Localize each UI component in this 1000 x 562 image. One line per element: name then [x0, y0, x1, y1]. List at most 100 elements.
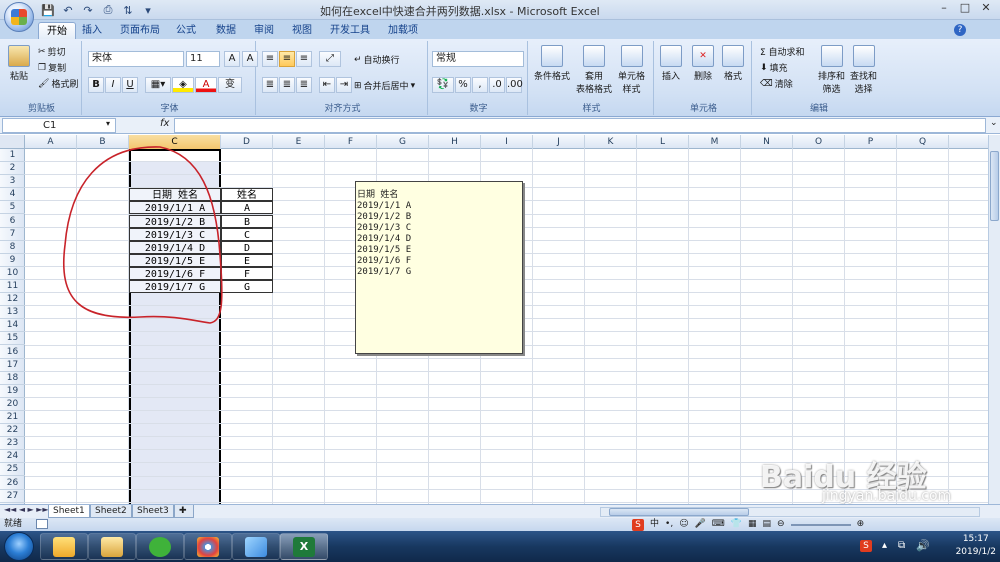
fill-button[interactable]: ⬇ 填充 [760, 61, 788, 75]
zoom-out-icon[interactable]: ⊖ [777, 518, 785, 531]
taskbar-app-wechat[interactable] [136, 533, 184, 560]
comma-button[interactable]: , [472, 77, 488, 93]
align-top-button[interactable]: ≡ [262, 51, 278, 67]
tab-view[interactable]: 视图 [284, 22, 320, 39]
format-cells-button[interactable]: 格式 [722, 45, 744, 82]
help-icon[interactable]: ? [954, 24, 966, 36]
insert-sheet-icon[interactable]: ✚ [174, 505, 194, 518]
format-as-table-button[interactable]: 套用 表格格式 [576, 45, 612, 95]
vertical-scrollbar[interactable] [988, 135, 1000, 504]
insert-cells-button[interactable]: 插入 [660, 45, 682, 82]
customize-qat-icon[interactable]: ▾ [140, 2, 156, 18]
sort-filter-button[interactable]: 排序和 筛选 [818, 45, 845, 95]
close-button[interactable]: ✕ [976, 0, 996, 16]
tab-home[interactable]: 开始 [38, 22, 76, 39]
format-painter-button[interactable]: 🖌 格式刷 [38, 77, 78, 91]
align-right-button[interactable]: ≣ [296, 77, 312, 93]
view-layout-icon[interactable]: ▤ [763, 518, 772, 531]
name-box[interactable]: C1 [2, 118, 116, 133]
zoom-in-icon[interactable]: ⊕ [857, 518, 865, 531]
tab-review[interactable]: 审阅 [246, 22, 282, 39]
tab-page-layout[interactable]: 页面布局 [112, 22, 168, 39]
tab-data[interactable]: 数据 [208, 22, 244, 39]
paste-button[interactable]: 粘贴 [8, 45, 30, 82]
emoji-icon[interactable]: ☺ [679, 518, 688, 531]
microphone-icon[interactable]: 🎤 [695, 518, 706, 531]
bold-button[interactable]: B [88, 77, 104, 93]
save-icon[interactable]: 💾 [40, 2, 56, 18]
print-icon[interactable]: ⎙ [100, 2, 116, 18]
taskbar-app-notes[interactable] [232, 533, 280, 560]
percent-button[interactable]: % [455, 77, 471, 93]
taskbar-app-messenger[interactable] [40, 533, 88, 560]
sheet-tab-sheet1[interactable]: Sheet1 [48, 505, 90, 518]
increase-indent-button[interactable]: ⇥ [336, 77, 352, 93]
tray-clock[interactable]: 15:17 2019/1/2 [956, 533, 996, 559]
horizontal-scrollbar[interactable] [600, 507, 980, 517]
autosum-button[interactable]: Σ 自动求和 [760, 45, 805, 58]
underline-button[interactable]: U [122, 77, 138, 93]
sheet-nav-arrows[interactable]: ◄◄ ◄ ► ►► [4, 505, 49, 514]
shrink-font-button[interactable]: A [242, 51, 258, 67]
tray-ime-icon[interactable]: S [860, 540, 872, 552]
sogou-ime-icon[interactable]: S [632, 518, 644, 531]
currency-button[interactable]: 💱 [432, 77, 454, 93]
number-format-select[interactable]: 常规 [432, 51, 524, 67]
view-normal-icon[interactable]: ▦ [748, 518, 757, 531]
undo-icon[interactable]: ↶ [60, 2, 76, 18]
wrap-text-button[interactable]: ↵ 自动换行 [354, 53, 400, 67]
clear-button[interactable]: ⌫ 清除 [760, 77, 793, 91]
tab-developer[interactable]: 开发工具 [322, 22, 378, 39]
formula-input[interactable] [174, 118, 986, 133]
sheet-tab-sheet3[interactable]: Sheet3 [132, 505, 174, 518]
sheet-tab-sheet2[interactable]: Sheet2 [90, 505, 132, 518]
macro-record-icon[interactable] [36, 519, 48, 529]
cut-button[interactable]: ✂ 剪切 [38, 45, 66, 59]
shirt-icon[interactable]: 👕 [731, 518, 742, 531]
orientation-button[interactable]: ⤢ [319, 51, 341, 67]
decrease-decimal-button[interactable]: .00 [506, 77, 523, 93]
taskbar-app-excel[interactable]: X [280, 533, 328, 560]
font-color-button[interactable]: A [195, 77, 217, 93]
find-select-button[interactable]: 查找和 选择 [850, 45, 877, 95]
align-middle-button[interactable]: ≡ [279, 51, 295, 67]
scroll-thumb[interactable] [990, 151, 999, 221]
punctuation-icon[interactable]: •, [665, 518, 673, 531]
office-button[interactable] [4, 2, 34, 32]
tray-arrow-icon[interactable]: ▴ [882, 540, 887, 551]
phonetic-button[interactable]: 变 [218, 77, 242, 93]
fill-color-button[interactable]: ◈ [172, 77, 194, 93]
cell-styles-button[interactable]: 单元格 样式 [618, 45, 645, 95]
border-button[interactable]: ▦▾ [145, 77, 171, 93]
redo-icon[interactable]: ↷ [80, 2, 96, 18]
zoom-slider[interactable] [790, 523, 851, 526]
copy-button[interactable]: ❐ 复制 [38, 61, 66, 75]
tab-insert[interactable]: 插入 [74, 22, 110, 39]
align-center-button[interactable]: ≣ [279, 77, 295, 93]
worksheet-grid[interactable]: ABCDEFGHIJKLMNOPQ 1 2 3 4 5 6 7 8 9 10 11 12 13 14 15 1… [0, 135, 988, 504]
name-box-dropdown-icon[interactable]: ▾ [106, 119, 110, 128]
increase-decimal-button[interactable]: .0 [489, 77, 505, 93]
taskbar-app-explorer[interactable] [88, 533, 136, 560]
minimize-button[interactable]: – [934, 0, 954, 16]
align-left-button[interactable]: ≣ [262, 77, 278, 93]
grow-font-button[interactable]: A [224, 51, 240, 67]
font-name-select[interactable]: 宋体 [88, 51, 184, 67]
delete-cells-button[interactable]: ✕ 删除 [692, 45, 714, 82]
start-button[interactable] [4, 532, 34, 561]
tab-formulas[interactable]: 公式 [168, 22, 204, 39]
h-scroll-thumb[interactable] [609, 508, 749, 516]
align-bottom-button[interactable]: ≡ [296, 51, 312, 67]
maximize-button[interactable]: □ [955, 0, 975, 16]
tray-network-icon[interactable]: ⧉ [898, 540, 905, 551]
italic-button[interactable]: I [105, 77, 121, 93]
expand-formula-bar-icon[interactable]: ⌄ [990, 118, 998, 128]
tray-volume-icon[interactable]: 🔊 [916, 539, 930, 552]
ime-mode-icon[interactable]: 中 [650, 518, 659, 531]
sort-icon[interactable]: ⇅ [120, 2, 136, 18]
tab-addins[interactable]: 加载项 [380, 22, 426, 39]
decrease-indent-button[interactable]: ⇤ [319, 77, 335, 93]
merge-center-button[interactable]: ⊞ 合并后居中 ▾ [354, 79, 415, 93]
taskbar-app-paint[interactable] [184, 533, 232, 560]
keyboard-icon[interactable]: ⌨ [712, 518, 725, 531]
